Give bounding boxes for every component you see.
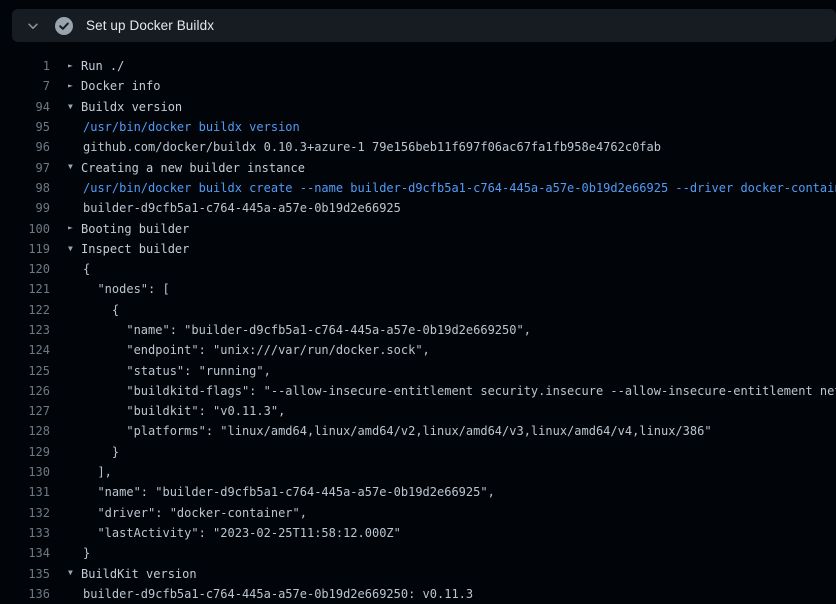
line-text: /usr/bin/docker buildx version bbox=[83, 120, 300, 134]
line-number[interactable]: 1 bbox=[0, 59, 50, 73]
line-number[interactable]: 96 bbox=[0, 140, 50, 154]
line-number[interactable]: 120 bbox=[0, 262, 50, 276]
line-text: Docker info bbox=[81, 79, 160, 93]
line-number[interactable]: 129 bbox=[0, 445, 50, 459]
line-text: BuildKit version bbox=[81, 567, 197, 581]
log-line: 126 "buildkitd-flags": "--allow-insecure… bbox=[0, 381, 836, 401]
line-text: "buildkit": "v0.11.3", bbox=[83, 404, 285, 418]
line-number[interactable]: 135 bbox=[0, 567, 50, 581]
log-line: 120 { bbox=[0, 259, 836, 279]
line-text: builder-d9cfb5a1-c764-445a-a57e-0b19d2e6… bbox=[83, 587, 473, 601]
line-number[interactable]: 97 bbox=[0, 161, 50, 175]
line-text: "lastActivity": "2023-02-25T11:58:12.000… bbox=[83, 526, 401, 540]
log-group-line[interactable]: 1 ► Run ./ bbox=[0, 56, 836, 76]
line-text: "status": "running", bbox=[83, 364, 271, 378]
log-group-line[interactable]: 97 ▼ Creating a new builder instance bbox=[0, 157, 836, 177]
group-arrow-icon[interactable]: ▼ bbox=[68, 563, 81, 583]
line-text: Run ./ bbox=[81, 59, 124, 73]
line-text: } bbox=[83, 445, 119, 459]
line-number[interactable]: 125 bbox=[0, 364, 50, 378]
log-line: 127 "buildkit": "v0.11.3", bbox=[0, 401, 836, 421]
line-text: ], bbox=[83, 465, 112, 479]
line-text: "nodes": [ bbox=[83, 282, 170, 296]
line-number[interactable]: 121 bbox=[0, 282, 50, 296]
line-number[interactable]: 130 bbox=[0, 465, 50, 479]
log-line: 123 "name": "builder-d9cfb5a1-c764-445a-… bbox=[0, 320, 836, 340]
line-number[interactable]: 122 bbox=[0, 303, 50, 317]
log-line: 95 /usr/bin/docker buildx version bbox=[0, 117, 836, 137]
line-number[interactable]: 127 bbox=[0, 404, 50, 418]
line-text: "driver": "docker-container", bbox=[83, 506, 307, 520]
line-number[interactable]: 7 bbox=[0, 79, 50, 93]
line-text: "name": "builder-d9cfb5a1-c764-445a-a57e… bbox=[83, 323, 531, 337]
log-line: 130 ], bbox=[0, 462, 836, 482]
step-title: Set up Docker Buildx bbox=[86, 18, 214, 33]
line-number[interactable]: 123 bbox=[0, 323, 50, 337]
log-line: 128 "platforms": "linux/amd64,linux/amd6… bbox=[0, 421, 836, 441]
line-text: "platforms": "linux/amd64,linux/amd64/v2… bbox=[83, 424, 712, 438]
line-number[interactable]: 95 bbox=[0, 120, 50, 134]
line-text: github.com/docker/buildx 0.10.3+azure-1 … bbox=[83, 140, 661, 154]
log-line: 124 "endpoint": "unix:///var/run/docker.… bbox=[0, 340, 836, 360]
group-arrow-icon[interactable]: ► bbox=[68, 56, 81, 76]
line-text: "endpoint": "unix:///var/run/docker.sock… bbox=[83, 343, 430, 357]
log-line: 134 } bbox=[0, 543, 836, 563]
group-arrow-icon[interactable]: ► bbox=[68, 218, 81, 238]
line-number[interactable]: 134 bbox=[0, 546, 50, 560]
group-arrow-icon[interactable]: ▼ bbox=[68, 157, 81, 177]
line-number[interactable]: 128 bbox=[0, 424, 50, 438]
line-text: Inspect builder bbox=[81, 242, 189, 256]
line-number[interactable]: 132 bbox=[0, 506, 50, 520]
chevron-down-icon[interactable] bbox=[25, 18, 41, 34]
line-text: { bbox=[83, 262, 90, 276]
line-number[interactable]: 98 bbox=[0, 181, 50, 195]
line-text: /usr/bin/docker buildx create --name bui… bbox=[83, 181, 836, 195]
line-number[interactable]: 100 bbox=[0, 222, 50, 236]
log-line: 121 "nodes": [ bbox=[0, 279, 836, 299]
log-line: 132 "driver": "docker-container", bbox=[0, 503, 836, 523]
line-number[interactable]: 119 bbox=[0, 242, 50, 256]
line-number[interactable]: 131 bbox=[0, 485, 50, 499]
log-line: 125 "status": "running", bbox=[0, 360, 836, 380]
log-group-line[interactable]: 7 ► Docker info bbox=[0, 76, 836, 96]
line-number[interactable]: 136 bbox=[0, 587, 50, 601]
log-lines: 1 ► Run ./ 7 ► Docker info 94 ▼ Buildx v… bbox=[0, 56, 836, 604]
line-text: Booting builder bbox=[81, 222, 189, 236]
log-group-line[interactable]: 100 ► Booting builder bbox=[0, 218, 836, 238]
group-arrow-icon[interactable]: ▼ bbox=[68, 97, 81, 117]
step-header[interactable]: Set up Docker Buildx bbox=[12, 9, 836, 42]
line-text: "buildkitd-flags": "--allow-insecure-ent… bbox=[83, 384, 836, 398]
line-text: Buildx version bbox=[81, 100, 182, 114]
log-line: 98 /usr/bin/docker buildx create --name … bbox=[0, 178, 836, 198]
line-text: builder-d9cfb5a1-c764-445a-a57e-0b19d2e6… bbox=[83, 201, 401, 215]
log-line: 133 "lastActivity": "2023-02-25T11:58:12… bbox=[0, 523, 836, 543]
line-number[interactable]: 133 bbox=[0, 526, 50, 540]
line-number[interactable]: 99 bbox=[0, 201, 50, 215]
log-group-line[interactable]: 135 ▼ BuildKit version bbox=[0, 563, 836, 583]
group-arrow-icon[interactable]: ► bbox=[68, 76, 81, 96]
line-number[interactable]: 126 bbox=[0, 384, 50, 398]
log-line: 136 builder-d9cfb5a1-c764-445a-a57e-0b19… bbox=[0, 584, 836, 604]
log-line: 122 { bbox=[0, 300, 836, 320]
log-line: 131 "name": "builder-d9cfb5a1-c764-445a-… bbox=[0, 482, 836, 502]
line-number[interactable]: 94 bbox=[0, 100, 50, 114]
line-text: Creating a new builder instance bbox=[81, 161, 305, 175]
log-line: 129 } bbox=[0, 442, 836, 462]
log-line: 99 builder-d9cfb5a1-c764-445a-a57e-0b19d… bbox=[0, 198, 836, 218]
line-text: { bbox=[83, 303, 119, 317]
log-group-line[interactable]: 94 ▼ Buildx version bbox=[0, 97, 836, 117]
group-arrow-icon[interactable]: ▼ bbox=[68, 239, 81, 259]
log-line: 96 github.com/docker/buildx 0.10.3+azure… bbox=[0, 137, 836, 157]
line-number[interactable]: 124 bbox=[0, 343, 50, 357]
line-text: } bbox=[83, 546, 90, 560]
log-group-line[interactable]: 119 ▼ Inspect builder bbox=[0, 239, 836, 259]
check-circle-icon bbox=[55, 17, 73, 35]
line-text: "name": "builder-d9cfb5a1-c764-445a-a57e… bbox=[83, 485, 495, 499]
